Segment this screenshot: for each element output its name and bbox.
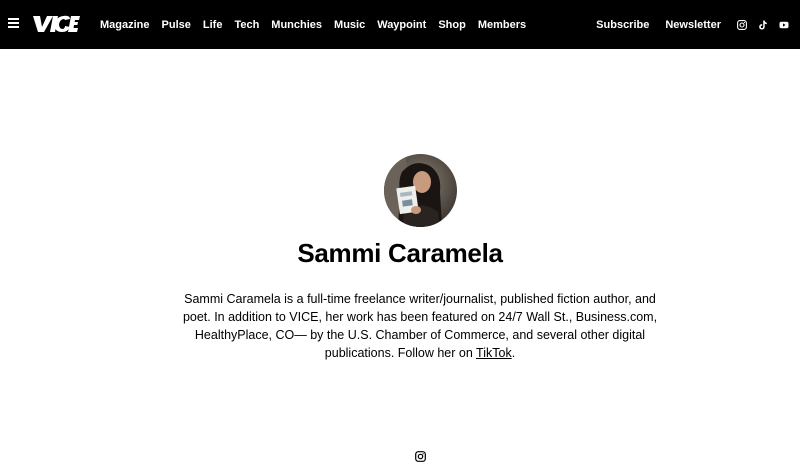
tiktok-icon[interactable] [758, 20, 768, 30]
nav-item-tech[interactable]: Tech [234, 19, 259, 31]
nav-item-pulse[interactable]: Pulse [162, 19, 191, 31]
newsletter-link[interactable]: Newsletter [665, 19, 721, 31]
nav-item-members[interactable]: Members [478, 19, 526, 31]
instagram-icon[interactable] [737, 19, 747, 30]
author-name: Sammi Caramela [297, 238, 503, 268]
author-avatar [384, 154, 457, 227]
nav-item-munchies[interactable]: Munchies [271, 19, 322, 31]
youtube-icon[interactable] [779, 20, 789, 30]
bio-text: Sammi Caramela is a full-time freelance … [182, 292, 658, 360]
author-bio: Sammi Caramela is a full-time freelance … [170, 290, 670, 362]
vice-logo[interactable] [32, 13, 80, 35]
nav-item-music[interactable]: Music [334, 19, 365, 31]
bio-end: . [511, 346, 516, 360]
nav-item-shop[interactable]: Shop [438, 19, 466, 31]
hamburger-menu-icon[interactable] [8, 18, 19, 28]
nav-item-magazine[interactable]: Magazine [100, 19, 150, 31]
tiktok-link[interactable]: TikTok [476, 346, 512, 360]
nav-item-life[interactable]: Life [203, 19, 223, 31]
top-navigation-bar: Magazine Pulse Life Tech Munchies Music … [0, 0, 800, 49]
subscribe-link[interactable]: Subscribe [596, 19, 649, 31]
header-actions: Subscribe Newsletter [596, 0, 800, 49]
instagram-icon[interactable] [415, 449, 426, 462]
primary-nav: Magazine Pulse Life Tech Munchies Music … [100, 0, 538, 49]
nav-item-waypoint[interactable]: Waypoint [377, 19, 426, 31]
